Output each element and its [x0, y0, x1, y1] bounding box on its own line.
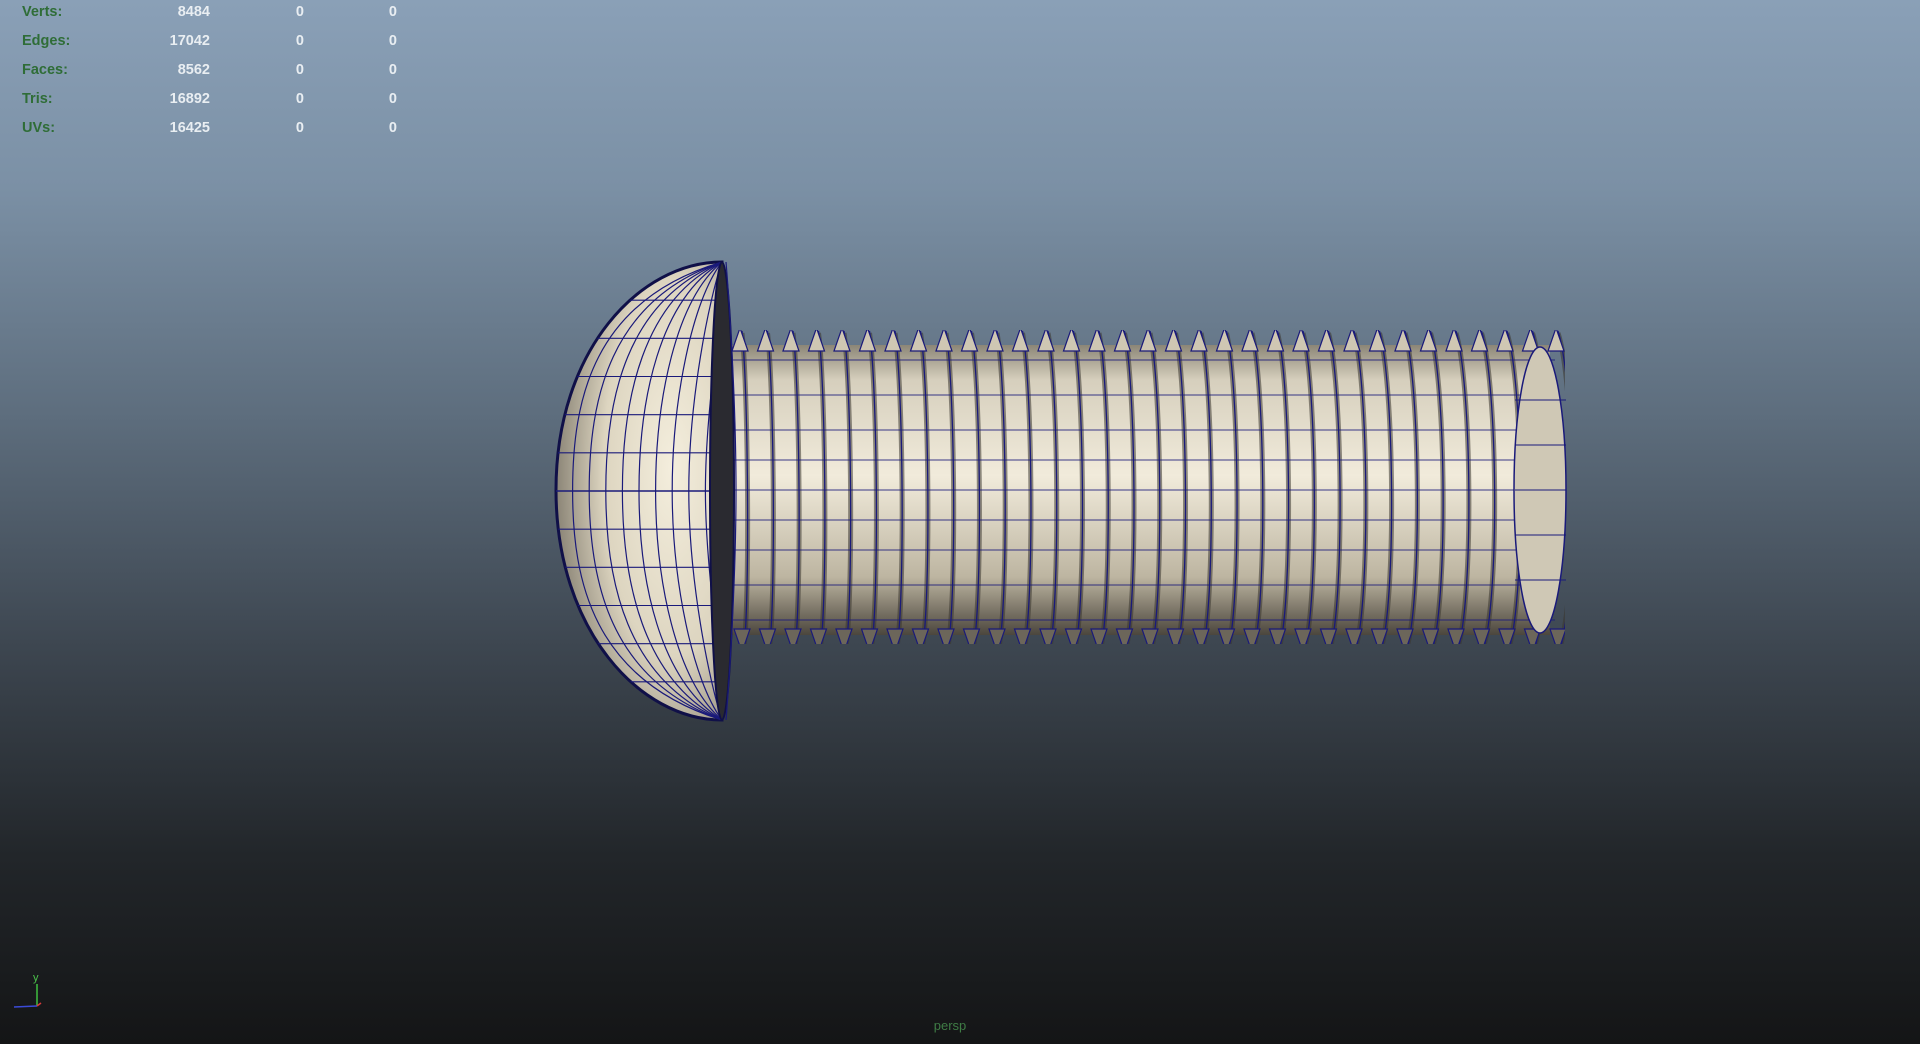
thread-rings [718, 330, 1565, 644]
axis-gizmo: y [13, 972, 42, 1008]
viewport-3d[interactable]: Verts: 8484 0 0 Edges: 17042 0 0 Faces: … [0, 0, 1920, 1044]
screw-bolt-model[interactable] [0, 0, 1920, 1044]
axis-z-line [13, 1005, 38, 1008]
camera-name-label: persp [933, 1018, 967, 1033]
axis-y-label: y [33, 972, 39, 984]
